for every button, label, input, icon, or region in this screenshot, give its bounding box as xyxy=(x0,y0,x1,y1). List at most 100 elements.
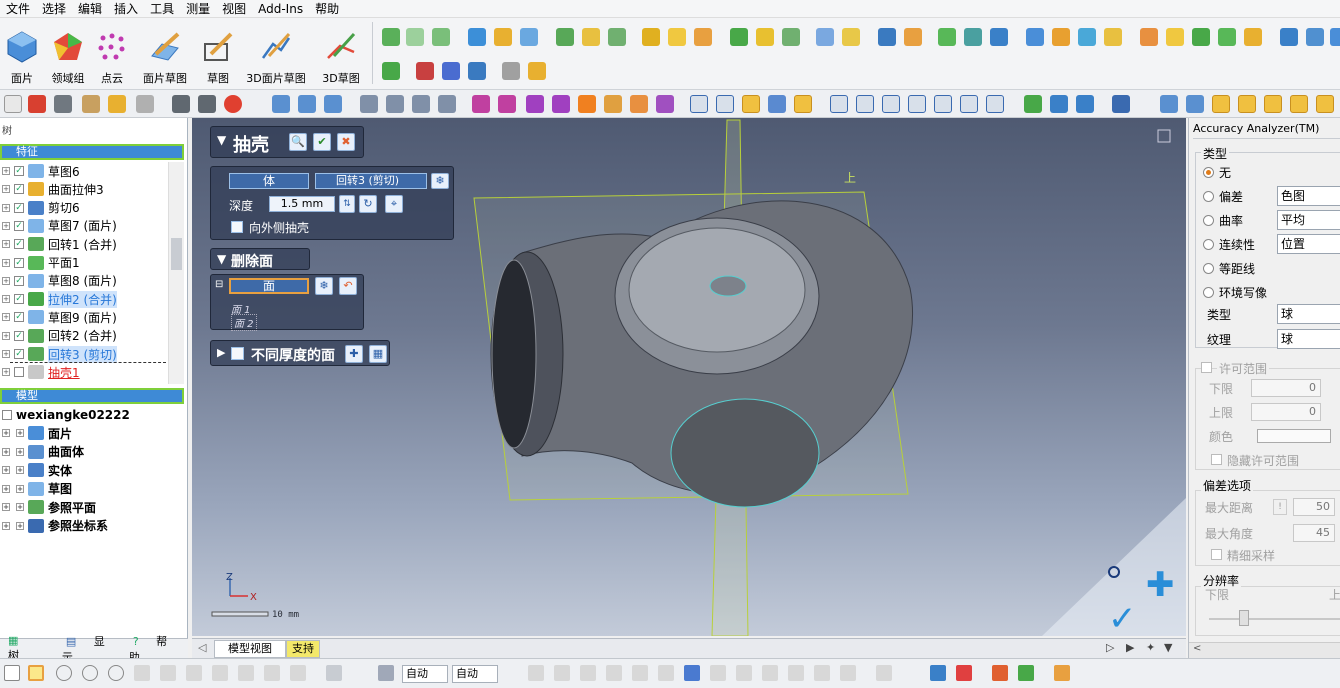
region-group-button[interactable]: 领域组 xyxy=(46,22,90,86)
face-undo-icon[interactable]: ↶ xyxy=(339,277,357,295)
delete-icon[interactable] xyxy=(382,62,400,80)
view-iso2-icon[interactable] xyxy=(960,95,978,113)
status-tool-8-icon[interactable] xyxy=(710,665,726,681)
expand-icon[interactable]: + xyxy=(2,368,10,377)
select-circle3-icon[interactable] xyxy=(108,665,124,681)
view-iso-icon[interactable] xyxy=(934,95,952,113)
split-icon[interactable] xyxy=(756,28,774,46)
expand-icon[interactable] xyxy=(290,665,306,681)
hide-tolerance-checkbox[interactable] xyxy=(1211,454,1222,465)
3d-mesh-sketch-button[interactable]: 3D面片草图 xyxy=(244,22,308,86)
tabs-play-icon[interactable]: ▶ xyxy=(1126,641,1134,654)
visibility-toggle-icon[interactable]: + xyxy=(16,521,24,530)
body-icon[interactable] xyxy=(938,28,956,46)
type-radio[interactable] xyxy=(1203,215,1214,226)
extend-icon[interactable] xyxy=(264,665,280,681)
model-item[interactable]: + + 草图 xyxy=(0,480,72,498)
coordinate-icon[interactable] xyxy=(1112,95,1130,113)
features-header[interactable]: 特征 xyxy=(0,144,184,160)
status-color-1-icon[interactable] xyxy=(930,665,946,681)
resolution-slider-track[interactable] xyxy=(1209,618,1340,620)
mesh-display2-icon[interactable] xyxy=(1050,95,1068,113)
zoom-icon[interactable] xyxy=(360,95,378,113)
visibility-checkbox[interactable]: ✓ xyxy=(14,239,24,250)
export-icon[interactable] xyxy=(1140,28,1158,46)
preview-icon[interactable]: 🔍 xyxy=(289,133,307,151)
mirror-plane-icon[interactable] xyxy=(416,62,434,80)
face-item[interactable]: 面 2 xyxy=(231,314,257,331)
zoom-in-icon[interactable] xyxy=(386,95,404,113)
lasso-icon[interactable] xyxy=(160,665,176,681)
table-icon[interactable]: ▦ xyxy=(369,345,387,363)
expand-icon[interactable]: + xyxy=(2,276,10,285)
depth-input[interactable]: 1.5 mm xyxy=(269,196,335,212)
revolve-icon[interactable] xyxy=(494,28,512,46)
new-file-icon[interactable] xyxy=(4,95,22,113)
tolerance-checkbox[interactable] xyxy=(1201,362,1212,373)
fine-sampling-checkbox[interactable] xyxy=(1211,549,1222,560)
scroll-left-icon[interactable]: < xyxy=(1193,643,1201,654)
zoom-out-icon[interactable] xyxy=(412,95,430,113)
status-color-2-icon[interactable] xyxy=(956,665,972,681)
scrollbar-thumb[interactable] xyxy=(171,238,182,270)
menu-measure[interactable]: 测量 xyxy=(180,0,216,18)
status-color-3-icon[interactable] xyxy=(992,665,1008,681)
patch-icon[interactable] xyxy=(842,28,860,46)
star-icon[interactable] xyxy=(578,95,596,113)
status-tool-2-icon[interactable] xyxy=(554,665,570,681)
brush-icon[interactable] xyxy=(134,665,150,681)
model-item[interactable]: + + 面片 xyxy=(0,424,72,442)
copy-icon[interactable] xyxy=(1026,28,1044,46)
draft-icon[interactable] xyxy=(694,28,712,46)
eye-icon[interactable] xyxy=(324,95,342,113)
visibility-checkbox[interactable]: ✓ xyxy=(14,202,24,213)
visibility5-icon[interactable] xyxy=(1264,95,1282,113)
freeform-icon[interactable] xyxy=(186,665,202,681)
collapse-icon[interactable]: ▼ xyxy=(217,133,226,147)
menu-view[interactable]: 视图 xyxy=(216,0,252,18)
right-panel-scrollbar[interactable]: < xyxy=(1189,642,1340,658)
select-circle2-icon[interactable] xyxy=(82,665,98,681)
feature-row[interactable]: + 抽壳1 xyxy=(0,363,80,381)
menu-tools[interactable]: 工具 xyxy=(144,0,180,18)
menu-edit[interactable]: 编辑 xyxy=(72,0,108,18)
visibility4-icon[interactable] xyxy=(1238,95,1256,113)
visibility3-icon[interactable] xyxy=(1212,95,1230,113)
status-tool-13-icon[interactable] xyxy=(840,665,856,681)
expand-icon[interactable]: + xyxy=(2,429,10,437)
status-tool-3-icon[interactable] xyxy=(580,665,596,681)
print-icon[interactable] xyxy=(82,95,100,113)
flip-icon[interactable]: ↻ xyxy=(359,195,377,213)
tab-model-view[interactable]: 模型视图 xyxy=(214,640,286,658)
outward-checkbox[interactable] xyxy=(231,221,243,233)
visibility-checkbox[interactable]: ✓ xyxy=(14,257,24,268)
status-tool-14-icon[interactable] xyxy=(876,665,892,681)
expand-icon[interactable]: + xyxy=(2,466,10,474)
rollback-marker[interactable] xyxy=(10,362,166,364)
max-angle-input[interactable]: 45 xyxy=(1293,524,1335,542)
cancel-icon[interactable]: ✖ xyxy=(337,133,355,151)
depth-stepper[interactable]: ⇅ xyxy=(339,195,355,213)
sketch-button[interactable]: 草图 xyxy=(198,22,238,86)
view-icon[interactable] xyxy=(272,95,290,113)
diamond-icon[interactable] xyxy=(526,95,544,113)
face-snowflake-icon[interactable]: ❄ xyxy=(315,277,333,295)
status-tool-9-icon[interactable] xyxy=(736,665,752,681)
trim-icon[interactable] xyxy=(782,28,800,46)
remove-faces-collapse-icon[interactable]: ▼ xyxy=(217,252,226,266)
type-radio[interactable] xyxy=(1203,191,1214,202)
compare-icon[interactable] xyxy=(1306,28,1324,46)
shell-tool-icon[interactable] xyxy=(582,28,600,46)
redo-icon[interactable] xyxy=(198,95,216,113)
status-tool-5-icon[interactable] xyxy=(632,665,648,681)
texture-select[interactable]: 球 xyxy=(1277,329,1340,349)
status-color-4-icon[interactable] xyxy=(1018,665,1034,681)
mesh-body-icon[interactable] xyxy=(990,28,1008,46)
env-type-select[interactable]: 球 xyxy=(1277,304,1340,324)
select-box-icon[interactable] xyxy=(502,62,520,80)
boolean-icon[interactable] xyxy=(730,28,748,46)
expand-icon[interactable]: + xyxy=(2,185,10,194)
type-option-select[interactable]: 位置 xyxy=(1277,234,1340,254)
view-bottom-icon[interactable] xyxy=(856,95,874,113)
status-tool-7-icon[interactable] xyxy=(684,665,700,681)
